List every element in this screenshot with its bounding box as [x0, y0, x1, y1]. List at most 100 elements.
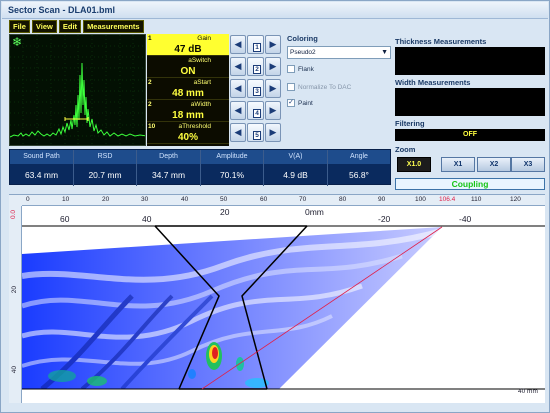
filtering-label: Filtering — [395, 119, 425, 128]
menu-edit[interactable]: Edit — [58, 20, 82, 33]
sector-scan-view[interactable]: 60 40 20 0mm -20 -40 40 mm — [22, 206, 545, 403]
top-ruler-tick: 120 — [510, 196, 521, 203]
measure-value: 63.4 mm — [24, 170, 59, 180]
flank-checkbox[interactable]: Flank — [287, 64, 314, 74]
decrease-aswitch-button[interactable]: ◀ — [230, 57, 246, 76]
key-4-button[interactable]: 4 — [247, 101, 264, 120]
param-athreshold[interactable]: 10 aThreshold 40% — [147, 122, 229, 144]
top-ruler-cursor-value: 106.4 — [439, 196, 456, 203]
measure-header: RSD — [74, 150, 136, 164]
measure-header: Amplitude — [201, 150, 263, 164]
key-5-button[interactable]: 5 — [247, 123, 264, 142]
measure-value: 20.7 mm — [88, 170, 122, 180]
measure-value: 4.9 dB — [283, 170, 308, 180]
decrease-athreshold-button[interactable]: ◀ — [230, 123, 246, 142]
adjust-row-awidth: ◀ 4 ▶ — [230, 100, 282, 122]
top-ruler-tick: 70 — [299, 196, 307, 203]
filtering-group: Filtering OFF — [395, 119, 545, 141]
param-athreshold-value: 40% — [177, 132, 198, 143]
param-awidth[interactable]: 2 aWidth 18 mm — [147, 100, 229, 122]
measure-header: Angle — [328, 150, 390, 164]
key-2-number: 2 — [253, 65, 261, 74]
title-bar: Sector Scan - DLA01.bml — [2, 2, 548, 19]
measure-header: Sound Path — [10, 150, 73, 164]
adjust-row-astart: ◀ 3 ▶ — [230, 78, 282, 100]
width-label: Width Measurements — [395, 78, 471, 87]
param-aswitch[interactable]: aSwitch ON — [147, 56, 229, 78]
thickness-group: Thickness Measurements — [395, 37, 545, 75]
param-astart-label: aStart — [193, 79, 211, 86]
decrease-awidth-button[interactable]: ◀ — [230, 101, 246, 120]
param-gain-step: 1 — [148, 35, 152, 42]
increase-athreshold-button[interactable]: ▶ — [265, 123, 281, 142]
top-ruler-tick: 0 — [26, 196, 30, 203]
scan-axis-label: 20 — [220, 207, 230, 217]
adjust-row-gain: ◀ 1 ▶ — [230, 34, 282, 56]
palette-select[interactable]: Pseudo2 ▼ — [287, 46, 391, 59]
param-gain[interactable]: 1 Gain 47 dB — [147, 34, 229, 56]
top-ruler-tick: 80 — [339, 196, 347, 203]
normalize-dac-checkbox-box[interactable] — [287, 83, 295, 91]
increase-astart-button[interactable]: ▶ — [265, 79, 281, 98]
increase-awidth-button[interactable]: ▶ — [265, 101, 281, 120]
decrease-astart-button[interactable]: ◀ — [230, 79, 246, 98]
measure-angle: Angle 56.8° — [328, 150, 390, 186]
top-ruler-tick: 40 — [181, 196, 189, 203]
increase-aswitch-button[interactable]: ▶ — [265, 57, 281, 76]
window-title: Sector Scan - DLA01.bml — [8, 5, 116, 15]
top-ruler-tick: 30 — [141, 196, 149, 203]
snowflake-icon[interactable]: ❄ — [12, 36, 22, 48]
zoom-x2-button[interactable]: X2 — [477, 157, 511, 172]
zoom-x3-button[interactable]: X3 — [511, 157, 545, 172]
param-athreshold-label: aThreshold — [178, 123, 211, 130]
ruler-corner — [9, 194, 22, 206]
top-ruler: 0 10 20 30 40 50 60 70 80 90 100 106.4 1… — [22, 194, 545, 206]
key-3-button[interactable]: 3 — [247, 79, 264, 98]
decrease-gain-button[interactable]: ◀ — [230, 35, 246, 54]
param-adjust-buttons: ◀ 1 ▶ ◀ 2 ▶ ◀ 3 ▶ ◀ 4 ▶ ◀ 5 ▶ — [230, 34, 282, 146]
flank-label: Flank — [298, 65, 314, 73]
increase-gain-button[interactable]: ▶ — [265, 35, 281, 54]
ascan-waveform — [10, 35, 145, 145]
left-ruler-tick: 0.0 — [10, 210, 17, 220]
ascan-display[interactable]: ❄ — [9, 34, 146, 146]
adjust-row-athreshold: ◀ 5 ▶ — [230, 122, 282, 144]
zoom-label: Zoom — [395, 145, 416, 154]
param-gain-value: 47 dB — [174, 44, 202, 55]
key-1-button[interactable]: 1 — [247, 35, 264, 54]
thickness-display — [395, 47, 545, 75]
top-ruler-tick: 20 — [102, 196, 110, 203]
paint-checkbox-box[interactable]: ✓ — [287, 99, 295, 107]
paint-checkbox[interactable]: ✓ Paint — [287, 98, 313, 108]
paint-label: Paint — [298, 99, 313, 107]
key-4-number: 4 — [253, 109, 261, 118]
scan-scale-label: 40 mm — [518, 388, 538, 395]
measure-header: V(A) — [264, 150, 327, 164]
top-ruler-tick: 10 — [62, 196, 70, 203]
left-ruler: 0.0 20 40 — [9, 206, 22, 403]
measurement-table: Sound Path 63.4 mm RSD 20.7 mm Depth 34.… — [9, 149, 391, 186]
filtering-toggle[interactable]: OFF — [395, 129, 545, 141]
key-1-number: 1 — [253, 43, 261, 52]
scan-axis-label: 0mm — [305, 207, 324, 217]
flank-checkbox-box[interactable] — [287, 65, 295, 73]
zoom-x1-button[interactable]: X1 — [441, 157, 475, 172]
scan-axis-label: -20 — [378, 214, 391, 224]
coupling-status: Coupling — [395, 178, 545, 190]
normalize-dac-label: Normalize To DAC — [298, 83, 352, 91]
param-astart[interactable]: 2 aStart 48 mm — [147, 78, 229, 100]
scan-axis-label: 60 — [60, 214, 70, 224]
key-2-button[interactable]: 2 — [247, 57, 264, 76]
measure-value: 70.1% — [219, 170, 245, 180]
normalize-dac-checkbox[interactable]: Normalize To DAC — [287, 82, 351, 92]
thickness-label: Thickness Measurements — [395, 37, 487, 46]
menu-file[interactable]: File — [9, 20, 30, 33]
menu-view[interactable]: View — [31, 20, 57, 33]
param-astart-step: 2 — [148, 79, 152, 86]
zoom-x1-0-button[interactable]: X1.0 — [397, 157, 431, 172]
measure-header: Depth — [137, 150, 200, 164]
param-aswitch-value: ON — [180, 66, 196, 77]
top-ruler-tick: 110 — [471, 196, 482, 203]
measure-amplitude: Amplitude 70.1% — [201, 150, 264, 186]
menu-measurements[interactable]: Measurements — [83, 20, 144, 33]
